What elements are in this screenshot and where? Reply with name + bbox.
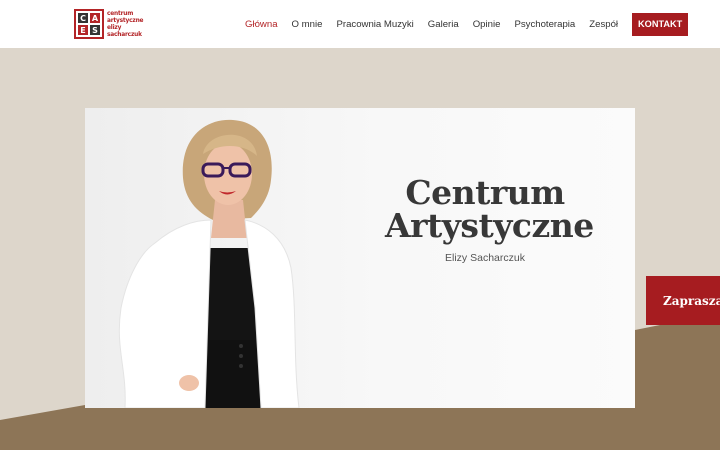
logo-line: sacharczuk [107,30,142,38]
site-logo[interactable]: C A E S centrum artystyczne elizy sachar… [74,9,144,39]
hero-subtitle: Elizy Sacharczuk [445,252,525,264]
nav-item-glowna[interactable]: Główna [245,19,278,30]
hero-title: Centrum Artystyczne [385,176,594,242]
site-header: C A E S centrum artystyczne elizy sachar… [0,0,720,48]
svg-text:E: E [80,26,85,35]
logo-text: centrum artystyczne elizy sacharczuk [107,10,144,38]
contact-button[interactable]: KONTAKT [632,12,689,36]
nav-item-zespol[interactable]: Zespół [589,19,618,30]
nav-item-opinie[interactable]: Opinie [473,19,501,30]
svg-text:C: C [80,14,86,23]
nav-item-galeria[interactable]: Galeria [428,19,459,30]
side-invite-label: Zaprasza na [663,293,720,308]
logo-mark-icon: C A E S [74,9,104,39]
svg-text:A: A [92,14,99,23]
nav-item-psychoterapia[interactable]: Psychoterapia [514,19,575,30]
hero-banner: Centrum Artystyczne Elizy Sacharczuk [85,108,635,408]
hero-title-line2: Artystyczne [385,206,594,245]
side-invite-tab[interactable]: Zaprasza na [646,276,720,325]
portrait-photo [85,108,385,408]
nav-item-pracownia-muzyki[interactable]: Pracownia Muzyki [336,19,413,30]
nav-item-o-mnie[interactable]: O mnie [292,19,323,30]
svg-text:S: S [92,26,98,35]
main-nav: Główna O mnie Pracownia Muzyki Galeria O… [245,0,689,48]
